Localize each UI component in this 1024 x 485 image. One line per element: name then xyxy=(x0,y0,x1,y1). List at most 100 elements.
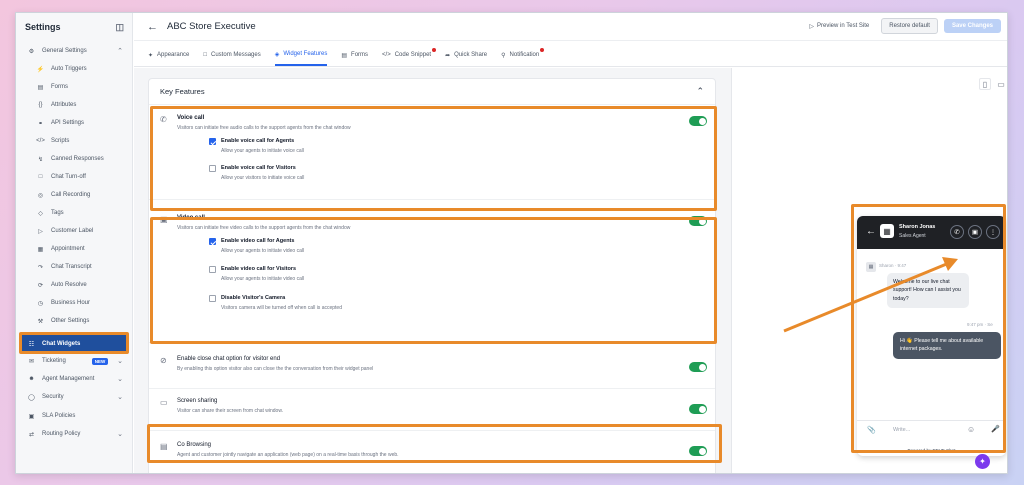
collapse-sidebar-icon[interactable]: ◫ xyxy=(115,22,124,33)
gear-icon: ⚙ xyxy=(28,48,35,55)
voice-call-toggle[interactable] xyxy=(689,116,707,126)
back-arrow-icon[interactable]: ← xyxy=(147,21,158,33)
option-title: Enable voice call for Agents xyxy=(221,138,295,144)
tab-quick-share[interactable]: ➦ Quick Share xyxy=(445,44,487,66)
video-visitors-checkbox[interactable] xyxy=(209,266,216,273)
mobile-preview-icon[interactable]: ▯ xyxy=(979,78,991,90)
chevron-up-icon[interactable]: ⌃ xyxy=(696,86,704,97)
incoming-message: Welcome to our live chat support! How ca… xyxy=(887,273,969,308)
tab-custom-messages[interactable]: □ Custom Messages xyxy=(203,44,260,66)
sidebar-item-api-settings[interactable]: ⚭ API Settings xyxy=(16,115,133,131)
tab-widget-features[interactable]: ◈ Widget Features xyxy=(274,44,328,66)
option-description: Allow your agents to initiate video call xyxy=(221,248,305,254)
video-camera-icon[interactable]: ▣ xyxy=(968,225,982,239)
tab-appearance[interactable]: ✦ Appearance xyxy=(148,44,189,66)
option-description: Allow your agents to initiate video call xyxy=(221,276,305,282)
message-icon: □ xyxy=(203,52,208,58)
ticket-icon: ✉ xyxy=(28,358,35,365)
voice-visitors-checkbox[interactable] xyxy=(209,165,216,172)
tab-code-snippet[interactable]: </> Code Snippet xyxy=(382,44,437,66)
feature-co-browsing: ▤ Co Browsing Agent and customer jointly… xyxy=(149,442,715,464)
sidebar-item-label: General Settings xyxy=(42,48,87,54)
desktop-preview-icon[interactable]: ▭ xyxy=(995,78,1007,90)
sidebar-item-label: SLA Policies xyxy=(42,413,76,419)
preview-button[interactable]: ▷ Preview in Test Site xyxy=(803,23,875,30)
main-panel: ← ABC Store Executive ▷ Preview in Test … xyxy=(134,13,1007,473)
sidebar-item-chat-turn-off[interactable]: □ Chat Turn-off xyxy=(16,169,133,185)
sidebar-title: Settings xyxy=(25,22,61,32)
sidebar-item-label: API Settings xyxy=(51,120,85,126)
tab-label: Notification xyxy=(509,52,540,58)
sidebar-item-chat-widgets[interactable]: ☷ Chat Widgets xyxy=(19,335,129,353)
tab-forms[interactable]: ▤ Forms xyxy=(341,44,368,66)
message-input[interactable]: Write... xyxy=(893,427,910,433)
sparkle-icon[interactable]: ✦ xyxy=(975,454,990,469)
new-badge: NEW xyxy=(91,357,109,365)
emoji-icon[interactable]: ☺ xyxy=(967,425,975,434)
save-changes-button[interactable]: Save Changes xyxy=(943,19,1001,33)
feature-screen-sharing: ▭ Screen sharing Visitor can share their… xyxy=(149,398,715,420)
divider xyxy=(149,430,715,431)
sidebar-item-agent-management[interactable]: ☻ Agent Management ⌄ xyxy=(16,371,133,387)
sidebar-item-forms[interactable]: ▤ Forms xyxy=(16,79,133,95)
page-title: ABC Store Executive xyxy=(167,21,256,32)
sidebar-item-routing-policy[interactable]: ⇄ Routing Policy ⌄ xyxy=(16,426,133,442)
sidebar-item-chat-transcript[interactable]: ↷ Chat Transcript xyxy=(16,259,133,275)
sidebar: Settings ◫ ⚙ General Settings ⌃ ⚡ Auto T… xyxy=(16,13,133,473)
key-features-header[interactable]: Key Features ⌃ xyxy=(149,79,715,105)
features-content: Key Features ⌃ ✆ Voice call Visitors can… xyxy=(134,68,731,473)
sidebar-item-appointment[interactable]: ▦ Appointment xyxy=(16,241,133,257)
sidebar-item-label: Security xyxy=(42,394,64,400)
sidebar-item-auto-triggers[interactable]: ⚡ Auto Triggers xyxy=(16,61,133,77)
restore-default-button[interactable]: Restore default xyxy=(881,18,938,34)
message-composer: 📎 Write... ☺ 🎤 xyxy=(857,420,1006,440)
phone-icon[interactable]: ✆ xyxy=(950,225,964,239)
app-window: Settings ◫ ⚙ General Settings ⌃ ⚡ Auto T… xyxy=(15,12,1008,474)
browser-icon: ▤ xyxy=(160,442,168,451)
sidebar-item-canned-responses[interactable]: ↯ Canned Responses xyxy=(16,151,133,167)
screen-sharing-toggle[interactable] xyxy=(689,404,707,414)
back-arrow-icon[interactable]: ← xyxy=(866,226,876,237)
video-call-toggle[interactable] xyxy=(689,216,707,226)
sidebar-item-ticketing[interactable]: ✉ Ticketing NEW ⌄ xyxy=(16,353,133,369)
sidebar-item-label: Customer Label xyxy=(51,228,94,234)
sidebar-item-label: Canned Responses xyxy=(51,156,104,162)
notification-dot xyxy=(540,48,545,52)
chat-widget-preview: ← ▦ Sharon Jonas Sales Agent ✆ ▣ ⋮ ▦ Sha… xyxy=(857,216,1006,456)
sidebar-item-label: Tags xyxy=(51,210,64,216)
sidebar-item-call-recording[interactable]: ◎ Call Recording xyxy=(16,187,133,203)
sidebar-item-scripts[interactable]: </> Scripts xyxy=(16,133,133,149)
voice-agents-checkbox[interactable] xyxy=(209,138,216,145)
close-chat-toggle[interactable] xyxy=(689,362,707,372)
close-circle-icon: ⊘ xyxy=(160,356,167,365)
sidebar-item-sla-policies[interactable]: ▣ SLA Policies xyxy=(16,408,133,424)
sidebar-item-label: Business Hour xyxy=(51,300,91,306)
diamond-icon: ◈ xyxy=(274,51,280,58)
sidebar-item-general-settings[interactable]: ⚙ General Settings ⌃ xyxy=(16,43,133,59)
feature-voice-call: ✆ Voice call Visitors can initiate free … xyxy=(149,115,715,185)
chevron-down-icon: ⌄ xyxy=(117,376,123,383)
option-title: Disable Visitor's Camera xyxy=(221,295,286,301)
sidebar-item-attributes[interactable]: {} Attributes xyxy=(16,97,133,113)
sidebar-item-customer-label[interactable]: ▷ Customer Label xyxy=(16,223,133,239)
tab-label: Custom Messages xyxy=(211,52,261,58)
co-browsing-toggle[interactable] xyxy=(689,446,707,456)
microphone-icon[interactable]: 🎤 xyxy=(991,425,1000,433)
sidebar-item-business-hour[interactable]: ◷ Business Hour xyxy=(16,295,133,311)
video-agents-checkbox[interactable] xyxy=(209,238,216,245)
clock-icon: ◷ xyxy=(37,300,44,307)
share-icon: ➦ xyxy=(445,52,451,59)
agents-icon: ☻ xyxy=(28,376,35,382)
feature-title: Co Browsing xyxy=(177,442,212,448)
sidebar-header: Settings ◫ xyxy=(16,13,132,41)
sidebar-item-other-settings[interactable]: ⚒ Other Settings xyxy=(16,313,133,329)
sidebar-item-tags[interactable]: ◇ Tags xyxy=(16,205,133,221)
option-title: Enable voice call for Visitors xyxy=(221,165,296,171)
sidebar-item-security[interactable]: ◯ Security ⌄ xyxy=(16,389,133,405)
sidebar-item-auto-resolve[interactable]: ⟳ Auto Resolve xyxy=(16,277,133,293)
tab-notification[interactable]: ⚲ Notification xyxy=(501,44,545,66)
disable-camera-checkbox[interactable] xyxy=(209,295,216,302)
more-options-icon[interactable]: ⋮ xyxy=(986,225,1000,239)
sidebar-item-label: Call Recording xyxy=(51,192,91,198)
attachment-icon[interactable]: 📎 xyxy=(867,426,876,434)
